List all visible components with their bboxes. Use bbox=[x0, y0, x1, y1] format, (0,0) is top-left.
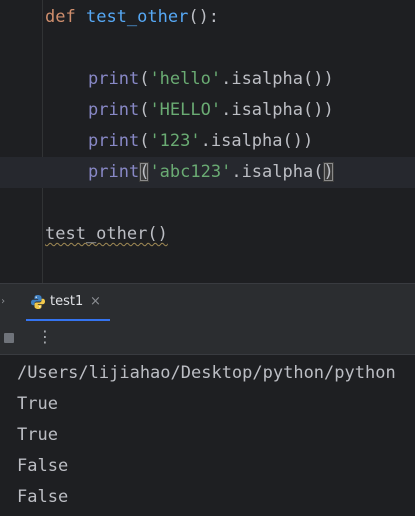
run-tool-window-header: › test1 × bbox=[0, 284, 415, 321]
code-punctuation: ( bbox=[139, 100, 150, 120]
builtin-print: print bbox=[88, 131, 140, 151]
python-icon bbox=[31, 295, 45, 309]
code-line-call[interactable]: test_other() bbox=[0, 219, 415, 250]
function-call: test_other() bbox=[45, 224, 168, 244]
function-name: test_other bbox=[85, 7, 189, 27]
console-line: False bbox=[17, 456, 69, 476]
builtin-print: print bbox=[88, 100, 140, 120]
string-literal: 'HELLO' bbox=[149, 100, 222, 120]
string-literal: 'abc123' bbox=[149, 162, 232, 182]
more-options-icon[interactable]: ⋮ bbox=[37, 327, 53, 347]
tab-label: test1 bbox=[50, 294, 84, 309]
console-line: True bbox=[17, 394, 58, 414]
builtin-print: print bbox=[88, 162, 140, 182]
method-call: .isalpha()) bbox=[221, 69, 334, 89]
method-call: .isalpha( bbox=[231, 162, 324, 182]
chevron-icon[interactable]: › bbox=[0, 296, 6, 308]
code-punctuation: (): bbox=[188, 7, 220, 27]
method-call: .isalpha()) bbox=[221, 100, 334, 120]
run-toolbar: ⋮ bbox=[0, 321, 415, 355]
code-editor[interactable]: def test_other(): print('hello'.isalpha(… bbox=[0, 0, 415, 283]
builtin-print: print bbox=[88, 69, 140, 89]
code-line-print-2[interactable]: print('HELLO'.isalpha()) bbox=[0, 95, 415, 126]
method-call: .isalpha()) bbox=[200, 131, 314, 151]
matched-paren: ( bbox=[139, 162, 150, 182]
code-line-print-4-current[interactable]: print('abc123'.isalpha() bbox=[0, 157, 415, 188]
console-output[interactable]: /Users/lijiahao/Desktop/python/python Tr… bbox=[0, 355, 415, 516]
string-literal: 'hello' bbox=[149, 69, 222, 89]
matched-paren: ) bbox=[323, 162, 334, 182]
code-line-print-1[interactable]: print('hello'.isalpha()) bbox=[0, 64, 415, 95]
code-punctuation: ( bbox=[139, 131, 150, 151]
code-punctuation: ( bbox=[139, 69, 150, 89]
code-line-print-3[interactable]: print('123'.isalpha()) bbox=[0, 126, 415, 157]
console-line-command: /Users/lijiahao/Desktop/python/python bbox=[17, 363, 396, 383]
close-icon[interactable]: × bbox=[90, 284, 101, 319]
tab-test1[interactable]: test1 × bbox=[26, 284, 110, 321]
string-literal: '123' bbox=[149, 131, 201, 151]
console-line: True bbox=[17, 425, 58, 445]
keyword-def: def bbox=[45, 7, 76, 27]
console-line: False bbox=[17, 487, 69, 507]
code-line-def[interactable]: def test_other(): bbox=[0, 2, 415, 33]
stop-icon[interactable] bbox=[4, 333, 14, 343]
